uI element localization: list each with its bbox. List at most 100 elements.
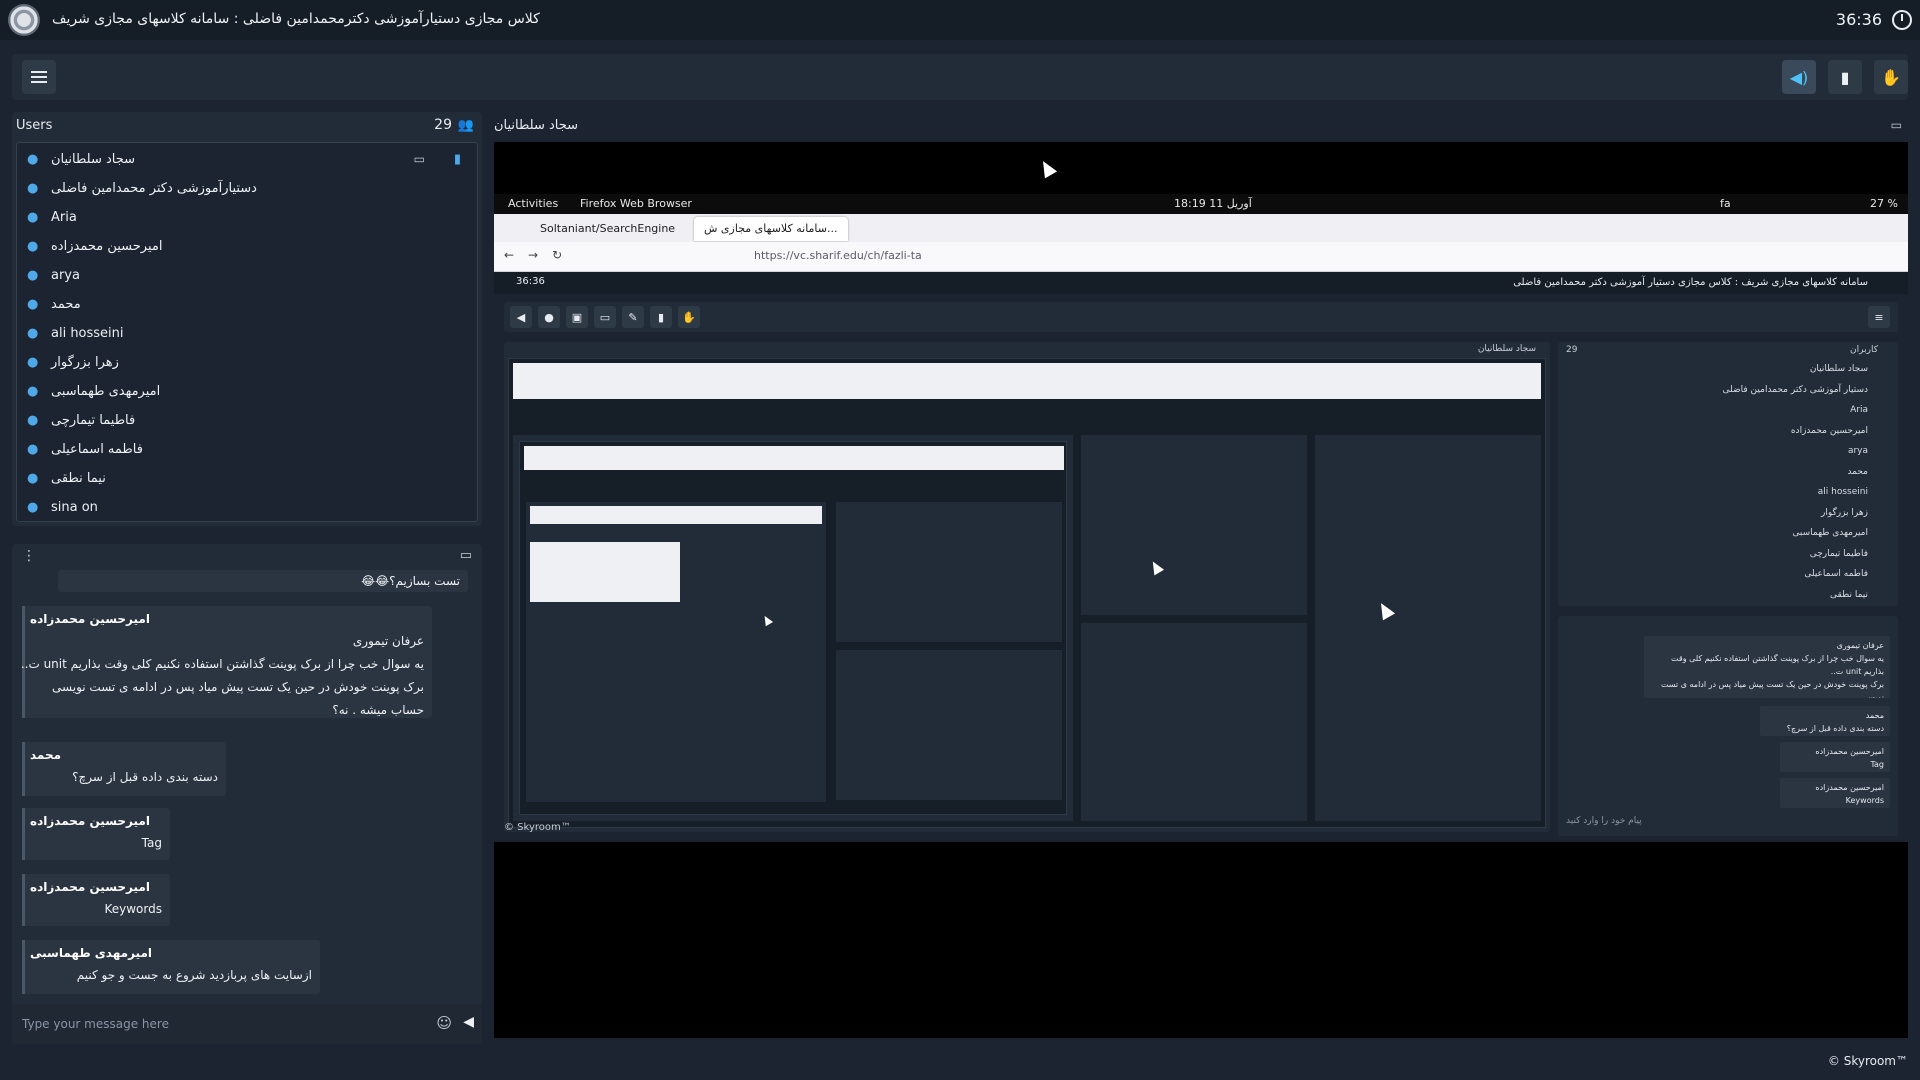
user-row[interactable]: ● نیما نطقی — [17, 464, 477, 492]
raise-hand-button[interactable]: ✋ — [1874, 60, 1908, 94]
nested-user-name: فاطمه اسماعیلی — [1804, 569, 1868, 579]
nested-menu-icon: ≡ — [1868, 306, 1890, 328]
user-row[interactable]: ● امیرحسین محمدزاده — [17, 232, 477, 260]
chat-bubble-icon: ▭ — [459, 548, 472, 563]
user-row[interactable]: ● arya — [17, 261, 477, 289]
nested-users-count: 29 — [1566, 345, 1578, 355]
user-name: امیرمهدی طهماسبی — [51, 383, 161, 399]
nested-chat-message: عرفان تیموری یه سوال خب چرا از برک پوینت… — [1644, 636, 1890, 698]
recursive-inner-browser — [524, 446, 1064, 470]
user-icon: ● — [27, 499, 39, 515]
nested-chat-panel: عرفان تیموری یه سوال خب چرا از برک پوینت… — [1558, 616, 1898, 836]
recursive-share-area — [513, 435, 1073, 821]
user-icon: ● — [27, 151, 39, 167]
user-row[interactable]: ● sina on — [17, 493, 477, 521]
message-sender: محمد — [30, 748, 62, 762]
user-icon: ● — [27, 470, 39, 486]
nested-user-name: محمد — [1847, 466, 1868, 477]
emoji-icon[interactable]: ☺ — [436, 1014, 452, 1032]
user-name: arya — [51, 267, 80, 283]
nested-user-name: arya — [1847, 446, 1868, 456]
share-screen-icon[interactable]: ▭ — [1891, 118, 1902, 132]
user-row[interactable]: ● سجاد سلطانیان ▭ ▮ — [17, 145, 477, 173]
browser-tab-github: Soltaniant/SearchEngine — [540, 222, 676, 235]
user-name: نیما نطقی — [51, 470, 106, 486]
nested-toolbar: ◀ ● ▣ ▭ ✎ ▮ ✋ ≡ — [504, 302, 1898, 332]
nested-user-name: ali hosseini — [1817, 487, 1868, 497]
message-sender: امیرحسین محمدزاده — [30, 880, 150, 894]
recursive-inner-share — [526, 502, 826, 802]
speaker-button[interactable]: ◀) — [1782, 60, 1816, 94]
chat-message-input[interactable] — [22, 1012, 422, 1036]
nested-speaker-icon: ◀ — [510, 306, 532, 328]
user-row[interactable]: ● فاطمه اسماعیلی — [17, 435, 477, 463]
recursive-users — [1081, 435, 1307, 615]
user-name: سجاد سلطانیان — [51, 151, 136, 167]
chat-message: محمد دسته بندی داده قبل از سرچ؟ — [22, 742, 226, 796]
message-sender: امیرحسین محمدزاده — [30, 612, 150, 626]
user-icon: ● — [27, 267, 39, 283]
nested-user-name: زهرا بزرگوار — [1820, 507, 1868, 518]
users-panel: Users 29 👥 ● سجاد سلطانیان ▭ ▮ ● دستیارآموزشی… — [12, 112, 482, 526]
mic-icon: ▮ — [453, 151, 461, 167]
user-name: امیرحسین محمدزاده — [51, 238, 163, 254]
browser-label: Firefox Web Browser — [580, 197, 692, 210]
browser-nav-buttons: ←→↻ — [504, 248, 577, 262]
user-row[interactable]: ● Aria — [17, 203, 477, 231]
clock-icon — [1892, 10, 1912, 30]
nested-screen-icon: ▭ — [594, 306, 616, 328]
message-text: Keywords — [104, 902, 162, 916]
keyboard-lang: fa — [1720, 197, 1731, 210]
user-name: sina on — [51, 499, 98, 515]
chat-message: تست بسازیم؟😂😂 — [58, 570, 468, 592]
cursor-pointer — [1036, 157, 1058, 179]
message-text: دسته بندی داده قبل از سرچ؟ — [72, 770, 218, 784]
nested-user-name: فاطیما تیمارچی — [1809, 548, 1868, 559]
user-row[interactable]: ● امیرمهدی طهماسبی — [17, 377, 477, 405]
nested-user-name: دستیار آموزشی دکتر محمدامین فاضلی — [1722, 384, 1868, 395]
user-name: محمد — [51, 296, 81, 312]
chat-message: امیرحسین محمدزاده Tag — [22, 808, 170, 860]
nested-user-name: Aria — [1850, 405, 1868, 415]
user-row[interactable]: ● محمد — [17, 290, 477, 318]
hand-icon: ✋ — [1881, 67, 1901, 87]
nested-skyroom-page: 36:36 سامانه کلاسهای مجازی شریف : کلاس م… — [494, 272, 1908, 842]
chat-options-icon[interactable]: ⋮ — [22, 548, 36, 564]
desktop-datetime: 18:19 11 آوریل — [1174, 197, 1252, 210]
session-timer: 36:36 — [1835, 10, 1882, 29]
users-count: 29 — [434, 117, 452, 133]
user-icon: ● — [27, 354, 39, 370]
chat-message: امیرحسین محمدزاده Keywords — [22, 874, 170, 926]
nested-mic-icon: ● — [538, 306, 560, 328]
hamburger-menu-button[interactable] — [22, 60, 56, 94]
user-row[interactable]: ● ali hosseini — [17, 319, 477, 347]
user-row[interactable]: ● فاطیما تیمارچی — [17, 406, 477, 434]
message-accent — [22, 874, 25, 926]
user-row[interactable]: ● زهرا بزرگوار — [17, 348, 477, 376]
desktop-top-bar: Activities Firefox Web Browser 18:19 11 … — [494, 194, 1908, 214]
recursive-browser-chrome — [513, 363, 1541, 399]
user-name: زهرا بزرگوار — [51, 354, 119, 370]
message-text: یه سوال خب چرا از برک پوینت گذاشتن استفا… — [20, 657, 424, 671]
user-icon: ● — [27, 441, 39, 457]
user-icon: ● — [27, 296, 39, 312]
send-icon[interactable]: ◀ — [463, 1014, 474, 1030]
user-row[interactable]: ● دستیارآموزشی دکتر محمدامین فاضلی — [17, 174, 477, 202]
recursive-deep-browser — [530, 506, 822, 524]
recursive-right-column — [1315, 435, 1541, 821]
user-icon: ● — [27, 209, 39, 225]
chat-message: امیرحسین محمدزاده عرفان تیموری یه سوال خب … — [20, 606, 432, 718]
chat-message: امیرمهدی طهماسبی ازسایت های پربازدید شروع… — [22, 940, 320, 994]
files-button[interactable]: ▮ — [1828, 60, 1862, 94]
battery-level: 27 % — [1870, 197, 1898, 210]
browser-tabs: Soltaniant/SearchEngine سامانه کلاسهای م… — [494, 214, 1908, 242]
recursive-screen-preview — [508, 358, 1546, 828]
user-icon: ● — [27, 383, 39, 399]
nested-chat-input: پیام خود را وارد کنید — [1566, 816, 1642, 826]
message-text: تست بسازیم؟😂😂 — [361, 574, 460, 588]
user-name: فاطمه اسماعیلی — [51, 441, 143, 457]
user-icon: ● — [27, 238, 39, 254]
recursive-deep-light — [530, 542, 680, 602]
user-name: Aria — [51, 209, 77, 225]
app-title: کلاس مجازی دستیارآموزشی دکترمحمدامین فاض… — [52, 11, 540, 27]
